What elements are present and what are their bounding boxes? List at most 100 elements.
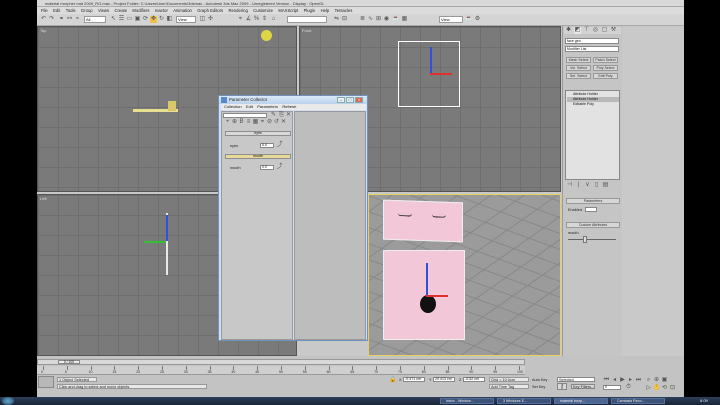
rendered-frame-icon[interactable]: ▦ <box>401 16 408 23</box>
unlink-icon[interactable]: ⚯ <box>66 16 73 23</box>
go-to-end-icon[interactable]: ⏭ <box>635 377 642 384</box>
time-slider[interactable]: 0 / 100 <box>37 359 525 365</box>
viewport-perspective[interactable] <box>368 194 561 356</box>
select-rotate2-icon[interactable]: ↻ <box>158 16 165 23</box>
menu-maxscript[interactable]: MAXScript <box>278 7 298 14</box>
mouth-slider-track[interactable] <box>568 239 616 240</box>
bold-icon[interactable]: B <box>238 119 245 126</box>
menu-views[interactable]: Views <box>98 7 109 14</box>
y-coordinate[interactable]: 20.413 cm <box>433 377 455 382</box>
multiple-edits-icon[interactable]: ⊘ <box>266 119 273 126</box>
align-icon[interactable]: ⊟ <box>341 16 348 23</box>
mouth-rollout[interactable]: mouth <box>225 154 291 159</box>
auto-key-button[interactable]: Auto Key <box>532 378 547 382</box>
mouth-curve-icon[interactable]: ⤴ <box>276 164 283 171</box>
add-param-icon[interactable]: + <box>224 119 231 126</box>
named-sets-icon[interactable]: ⌂ <box>270 16 277 23</box>
select-by-name-icon[interactable]: ☰ <box>118 16 125 23</box>
play-icon[interactable]: ▶ <box>619 377 626 384</box>
curve-editor-icon[interactable]: ∿ <box>367 16 374 23</box>
pan-icon[interactable]: ✋ <box>653 385 660 392</box>
pin-stack-icon[interactable]: ⊣ <box>566 182 573 189</box>
menu-edit[interactable]: Edit <box>53 7 60 14</box>
menu-plugin[interactable]: Plugin <box>304 7 316 14</box>
object-name-field[interactable]: face geo <box>565 38 619 44</box>
mirror-icon[interactable]: ⇋ <box>333 16 340 23</box>
eyes-rollout[interactable]: eyes <box>225 131 291 136</box>
undo-icon[interactable]: ↶ <box>40 16 47 23</box>
select-move-icon[interactable]: ✥ <box>150 16 157 23</box>
render-type-dropdown[interactable]: View <box>439 16 463 23</box>
parameters-rollout[interactable]: Parameters <box>566 198 620 204</box>
add-time-tag[interactable]: Add Time Tag <box>489 384 529 389</box>
stack-item-editable-poly[interactable]: Editable Poly <box>567 102 619 107</box>
prev-frame-icon[interactable]: ◂ <box>611 377 618 384</box>
time-config-icon[interactable]: ⏱ <box>625 384 632 391</box>
parameter-collector-dialog[interactable]: Parameter Collector – □ × Collection Edi… <box>218 95 368 341</box>
material-editor-icon[interactable]: ◉ <box>383 16 390 23</box>
menu-help[interactable]: Help <box>321 7 330 14</box>
menu-group[interactable]: Group <box>81 7 93 14</box>
go-to-start-icon[interactable]: ⏮ <box>603 377 610 384</box>
menu-reactor[interactable]: reactor <box>155 7 168 14</box>
layer-manager-icon[interactable]: ≣ <box>359 16 366 23</box>
set-key-button[interactable]: Set Key <box>532 385 545 389</box>
link-icon[interactable]: ⚭ <box>58 16 65 23</box>
enabled-spinner[interactable] <box>585 207 597 212</box>
menu-animation[interactable]: Animation <box>173 7 192 14</box>
delete-collection-icon[interactable]: ✕ <box>285 112 292 119</box>
poly-select-button[interactable]: Poly Select <box>593 65 618 71</box>
eyes-curve-icon[interactable]: ⤴ <box>276 142 283 149</box>
named-selection-dropdown[interactable] <box>287 16 327 23</box>
vol-select-button[interactable]: Vol. Select <box>566 65 591 71</box>
time-slider-frame[interactable]: 0 / 100 <box>58 360 80 364</box>
menu-file[interactable]: File <box>41 7 48 14</box>
dialog-menu-parameters[interactable]: Parameters <box>257 104 278 109</box>
dialog-title-bar[interactable]: Parameter Collector – □ × <box>219 96 367 104</box>
mouth-slider-handle[interactable] <box>583 236 587 243</box>
motion-tab-icon[interactable]: ◎ <box>592 27 599 34</box>
next-frame-icon[interactable]: ▸ <box>627 377 634 384</box>
show-end-result-icon[interactable]: ∣ <box>575 182 582 189</box>
reset-icon[interactable]: ↺ <box>273 119 280 126</box>
zoom-extents-icon[interactable]: ▣ <box>661 377 668 384</box>
spinner-snap-icon[interactable]: ⇕ <box>261 16 268 23</box>
track-bar[interactable]: 0 5 10 15 20 25 30 35 40 45 50 55 60 65 70 75 80 85 90 95 10… <box>37 366 525 375</box>
dialog-menu-edit[interactable]: Edit <box>246 104 253 109</box>
redo-icon[interactable]: ↷ <box>48 16 55 23</box>
mesh-select-button[interactable]: Mesh Select <box>566 57 591 63</box>
utilities-tab-icon[interactable]: ⚒ <box>610 27 617 34</box>
viewport-label-top[interactable]: Top <box>40 28 46 33</box>
lock-selection-icon[interactable]: 🔒 <box>389 377 396 384</box>
current-frame-field[interactable]: 0 <box>603 385 621 390</box>
zoom-all-icon[interactable]: ⊕ <box>653 377 660 384</box>
render-icon[interactable]: ⚙ <box>474 16 481 23</box>
new-collection-icon[interactable]: ✎ <box>270 112 277 119</box>
taskbar-item-inbox[interactable]: Inbox - Window... <box>440 398 494 404</box>
rect-select-icon[interactable]: ▭ <box>126 16 133 23</box>
snap-icon[interactable]: ⌖ <box>237 16 244 23</box>
add-selected-icon[interactable]: ⊕ <box>231 119 238 126</box>
taskbar-item-camtasia[interactable]: Camtasia Reco... <box>611 398 665 404</box>
quick-render-icon[interactable]: ☕ <box>465 16 472 23</box>
menu-rendering[interactable]: Rendering <box>229 7 248 14</box>
fov-icon[interactable]: ▷ <box>645 385 652 392</box>
key-icon[interactable]: ⌖ <box>259 119 266 126</box>
selection-filter-dropdown[interactable]: All <box>84 16 106 23</box>
display-tab-icon[interactable]: ▢ <box>601 27 608 34</box>
patch-select-button[interactable]: Patch Select <box>593 57 618 63</box>
percent-snap-icon[interactable]: % <box>253 16 260 23</box>
maximize-icon[interactable]: □ <box>346 97 354 103</box>
selected-dropdown[interactable]: Selected <box>557 377 595 382</box>
viewport-label-front[interactable]: Front <box>302 28 311 33</box>
render-setup-icon[interactable]: ☕ <box>392 16 399 23</box>
remove-icon[interactable]: ✕ <box>280 119 287 126</box>
menu-create[interactable]: Create <box>114 7 127 14</box>
ref-coord-dropdown[interactable]: View <box>176 16 196 23</box>
x-coordinate[interactable]: -0.471 cm <box>403 377 425 382</box>
modify-tab-icon[interactable]: ◩ <box>574 27 581 34</box>
zoom-icon[interactable]: ⌕ <box>645 377 652 384</box>
menu-modifiers[interactable]: Modifiers <box>132 7 149 14</box>
make-unique-icon[interactable]: ∨ <box>584 182 591 189</box>
viewport-label-left[interactable]: Left <box>40 196 47 201</box>
